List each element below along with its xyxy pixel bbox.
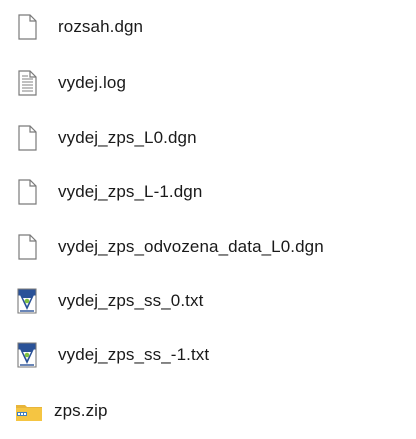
- file-item-vydej-zps-ss-0-txt[interactable]: vydej_zps_ss_0.txt: [14, 281, 203, 321]
- file-item-vydej-zps-odvozena-data-l0-dgn[interactable]: vydej_zps_odvozena_data_L0.dgn: [14, 227, 324, 267]
- blank-document-icon: [14, 232, 40, 262]
- file-item-vydej-zps-ss-minus-1-txt[interactable]: vydej_zps_ss_-1.txt: [14, 335, 209, 375]
- blank-document-icon: [14, 177, 40, 207]
- file-item-zps-zip[interactable]: zps.zip: [14, 391, 108, 431]
- file-name: zps.zip: [54, 401, 108, 420]
- file-name: vydej_zps_L0.dgn: [58, 128, 197, 147]
- blank-document-icon: [14, 12, 40, 42]
- file-item-vydej-log[interactable]: vydej.log: [14, 63, 126, 103]
- file-name: vydej.log: [58, 73, 126, 92]
- text-document-icon: [14, 68, 40, 98]
- file-name: vydej_zps_odvozena_data_L0.dgn: [58, 237, 324, 256]
- file-name: vydej_zps_ss_-1.txt: [58, 345, 210, 364]
- file-name: rozsah.dgn: [58, 17, 144, 36]
- file-name: vydej_zps_ss_0.txt: [58, 291, 204, 310]
- file-name: vydej_zps_L-1.dgn: [58, 182, 203, 201]
- zip-folder-icon: [14, 396, 42, 426]
- notepad-plus-plus-document-icon: [14, 340, 40, 370]
- file-item-vydej-zps-l-1-dgn[interactable]: vydej_zps_L-1.dgn: [14, 172, 202, 212]
- notepad-plus-plus-document-icon: [14, 286, 40, 316]
- blank-document-icon: [14, 123, 40, 153]
- file-item-vydej-zps-l0-dgn[interactable]: vydej_zps_L0.dgn: [14, 118, 197, 158]
- file-item-rozsah-dgn[interactable]: rozsah.dgn: [14, 7, 143, 47]
- file-list: rozsah.dgn vydej.log vydej_zps_L0.dgn vy…: [0, 0, 416, 439]
